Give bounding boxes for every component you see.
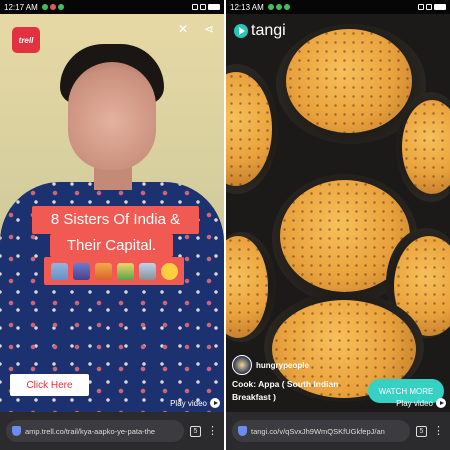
url-field[interactable]: tangi.co/v/qSvxJh9WmQSKfUGkfepJ/an bbox=[232, 420, 410, 442]
signal-icon bbox=[192, 4, 198, 10]
status-bar: 12:17 AM bbox=[0, 0, 224, 14]
appa-food bbox=[286, 29, 412, 133]
play-video-button[interactable]: Play video bbox=[396, 398, 446, 408]
battery-icon bbox=[434, 4, 446, 10]
tangi-play-icon bbox=[234, 24, 248, 38]
status-time: 12:17 AM bbox=[4, 2, 38, 12]
creator-name[interactable]: hungrypeople bbox=[256, 361, 309, 370]
video-player[interactable] bbox=[226, 14, 450, 412]
play-icon bbox=[210, 398, 220, 408]
share-icon[interactable]: ⋖ bbox=[202, 22, 216, 36]
astonished-face-icon bbox=[160, 262, 178, 280]
volume-mute-icon[interactable]: ✕ bbox=[176, 22, 190, 36]
tab-switcher-button[interactable]: 5 bbox=[416, 425, 427, 437]
notification-icon bbox=[275, 4, 282, 10]
sunrise-mountains-icon bbox=[116, 262, 134, 280]
more-menu-icon[interactable]: ⋮ bbox=[433, 425, 444, 437]
trell-logo[interactable]: trell bbox=[12, 27, 40, 53]
play-video-label: Play video bbox=[170, 398, 207, 408]
notification-icons bbox=[267, 4, 290, 10]
tangi-logo-text: tangi bbox=[251, 22, 286, 39]
tangi-screen: 12:13 AM tangi hungrypeople Cook: Appa (… bbox=[226, 0, 450, 450]
mountain-icon bbox=[138, 262, 156, 280]
notification-icons bbox=[41, 4, 64, 10]
night-city-icon bbox=[72, 262, 90, 280]
browser-address-bar: amp.trell.co/trail/kya-aapko-ye-pata-the… bbox=[0, 412, 224, 450]
creator-info[interactable]: hungrypeople bbox=[232, 355, 309, 375]
more-menu-icon[interactable]: ⋮ bbox=[207, 425, 218, 437]
shield-icon[interactable] bbox=[12, 426, 21, 436]
tab-switcher-button[interactable]: 5 bbox=[190, 425, 201, 437]
url-text: amp.trell.co/trail/kya-aapko-ye-pata-the bbox=[25, 426, 156, 436]
url-text: tangi.co/v/qSvxJh9WmQSKfUGkfepJ/an bbox=[251, 426, 385, 436]
browser-address-bar: tangi.co/v/qSvxJh9WmQSKfUGkfepJ/an 5 ⋮ bbox=[226, 412, 450, 450]
wifi-icon bbox=[200, 4, 206, 10]
system-icons bbox=[192, 4, 220, 10]
battery-icon bbox=[208, 4, 220, 10]
status-time: 12:13 AM bbox=[230, 2, 264, 12]
system-icons bbox=[418, 4, 446, 10]
wifi-icon bbox=[426, 4, 432, 10]
sunset-city-icon bbox=[94, 262, 112, 280]
status-bar: 12:13 AM bbox=[226, 0, 450, 14]
notification-icon bbox=[267, 4, 274, 10]
person-face bbox=[68, 62, 156, 170]
video-title: Cook: Appa ( South Indian Breakfast ) bbox=[232, 379, 339, 402]
notification-icon bbox=[49, 4, 56, 10]
notification-icon bbox=[41, 4, 48, 10]
play-icon bbox=[436, 398, 446, 408]
play-video-button[interactable]: Play video bbox=[170, 398, 220, 408]
signal-icon bbox=[418, 4, 424, 10]
notification-icon bbox=[283, 4, 290, 10]
url-field[interactable]: amp.trell.co/trail/kya-aapko-ye-pata-the bbox=[6, 420, 184, 442]
cityscape-icon bbox=[50, 262, 68, 280]
click-here-button[interactable]: Click Here bbox=[10, 374, 89, 396]
tangi-logo[interactable]: tangi bbox=[234, 22, 286, 40]
emoji-row bbox=[44, 257, 184, 285]
caption-line-2: Their Capital. bbox=[50, 234, 173, 257]
avatar[interactable] bbox=[232, 355, 252, 375]
shield-icon[interactable] bbox=[238, 426, 247, 436]
video-controls: ✕ ⋖ bbox=[176, 22, 216, 36]
caption-line-1: 8 Sisters Of India & bbox=[32, 206, 199, 234]
trell-screen: 12:17 AM trell ✕ ⋖ 8 Sisters Of India & … bbox=[0, 0, 224, 450]
play-video-label: Play video bbox=[396, 398, 433, 408]
notification-icon bbox=[57, 4, 64, 10]
